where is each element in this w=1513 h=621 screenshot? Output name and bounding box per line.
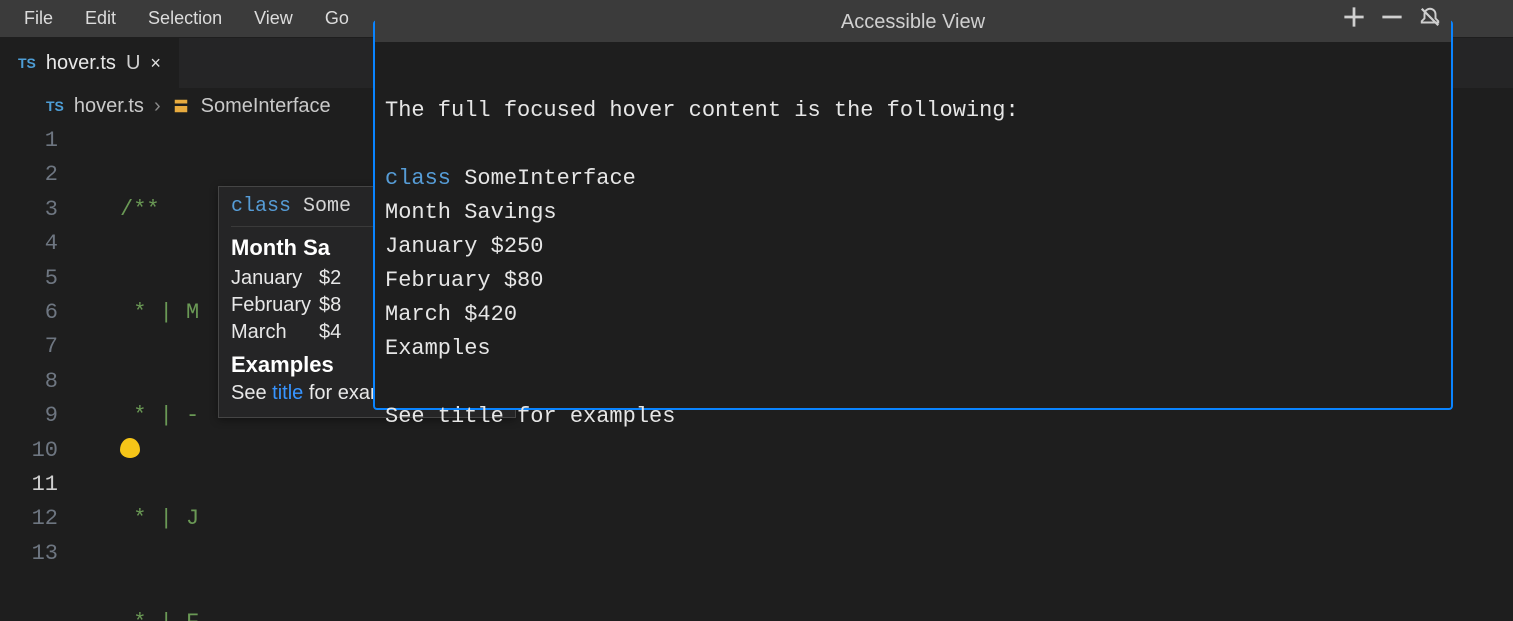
accessible-view-line: The full focused hover content is the fo… [385, 98, 1019, 123]
hover-text: See [231, 382, 272, 404]
table-cell-month: February [231, 292, 319, 319]
chevron-right-icon: › [154, 95, 161, 118]
lightbulb-icon[interactable] [120, 438, 140, 458]
line-number-gutter: 1 2 3 4 5 6 7 8 9 10 11 12 13 [0, 124, 90, 571]
tab-modified-indicator: U [126, 52, 140, 75]
table-cell-value: $8 [319, 292, 349, 319]
accessible-view-title: Accessible View [375, 2, 1451, 42]
line-number: 10 [0, 434, 58, 468]
line-number: 6 [0, 296, 58, 330]
table-cell-value: $2 [319, 265, 349, 292]
table-cell-value: $4 [319, 319, 349, 346]
symbol-interface-icon [171, 96, 191, 116]
typescript-icon: TS [18, 55, 36, 71]
code-classname: Some [303, 195, 351, 218]
menu-view[interactable]: View [238, 2, 309, 35]
line-number: 5 [0, 262, 58, 296]
table-row: March $4 [231, 319, 349, 346]
plus-icon[interactable] [1343, 6, 1365, 28]
line-number: 1 [0, 124, 58, 158]
menu-edit[interactable]: Edit [69, 2, 132, 35]
line-number: 12 [0, 502, 58, 536]
typescript-icon: TS [46, 98, 64, 114]
line-number: 2 [0, 158, 58, 192]
breadcrumb-symbol[interactable]: SomeInterface [201, 95, 331, 118]
line-number: 3 [0, 193, 58, 227]
code-text: * | J [120, 506, 199, 531]
code-text: * | M [120, 300, 199, 325]
line-number: 4 [0, 227, 58, 261]
code-keyword: class [231, 195, 291, 218]
menu-file[interactable]: File [8, 2, 69, 35]
code-text: /** [120, 197, 160, 222]
accessible-view-line: Month Savings [385, 200, 557, 225]
accessible-view-line: March $420 [385, 302, 517, 327]
line-number: 7 [0, 330, 58, 364]
hover-table: January $2 February $8 March $4 [231, 265, 349, 346]
hover-title-link[interactable]: title [272, 382, 303, 404]
table-cell-month: March [231, 319, 319, 346]
table-cell-month: January [231, 265, 319, 292]
code-text: * | F [120, 610, 199, 621]
tab-filename: hover.ts [46, 52, 116, 75]
line-number: 8 [0, 365, 58, 399]
code-keyword: class [385, 166, 451, 191]
minus-icon[interactable] [1381, 6, 1403, 28]
close-icon[interactable]: × [150, 53, 161, 74]
accessible-view-line: February $80 [385, 268, 543, 293]
line-number: 9 [0, 399, 58, 433]
accessible-view-line: January $250 [385, 234, 543, 259]
bell-off-icon[interactable] [1419, 6, 1441, 28]
accessible-view-body[interactable]: The full focused hover content is the fo… [375, 22, 1451, 478]
line-number: 13 [0, 537, 58, 571]
table-row: January $2 [231, 265, 349, 292]
menu-go[interactable]: Go [309, 2, 365, 35]
accessible-view-actions [1343, 6, 1441, 28]
menu-selection[interactable]: Selection [132, 2, 238, 35]
accessible-view-line: See title for examples [385, 404, 675, 429]
accessible-view-line: Examples [385, 336, 491, 361]
table-row: February $8 [231, 292, 349, 319]
code-text: * | - [120, 403, 199, 428]
line-number: 11 [0, 468, 58, 502]
tab-hover-ts[interactable]: TS hover.ts U × [0, 38, 179, 88]
accessible-view-classname: SomeInterface [464, 166, 636, 191]
accessible-view-panel: Accessible View The full focused hover c… [373, 20, 1453, 410]
breadcrumb-file[interactable]: hover.ts [74, 95, 144, 118]
